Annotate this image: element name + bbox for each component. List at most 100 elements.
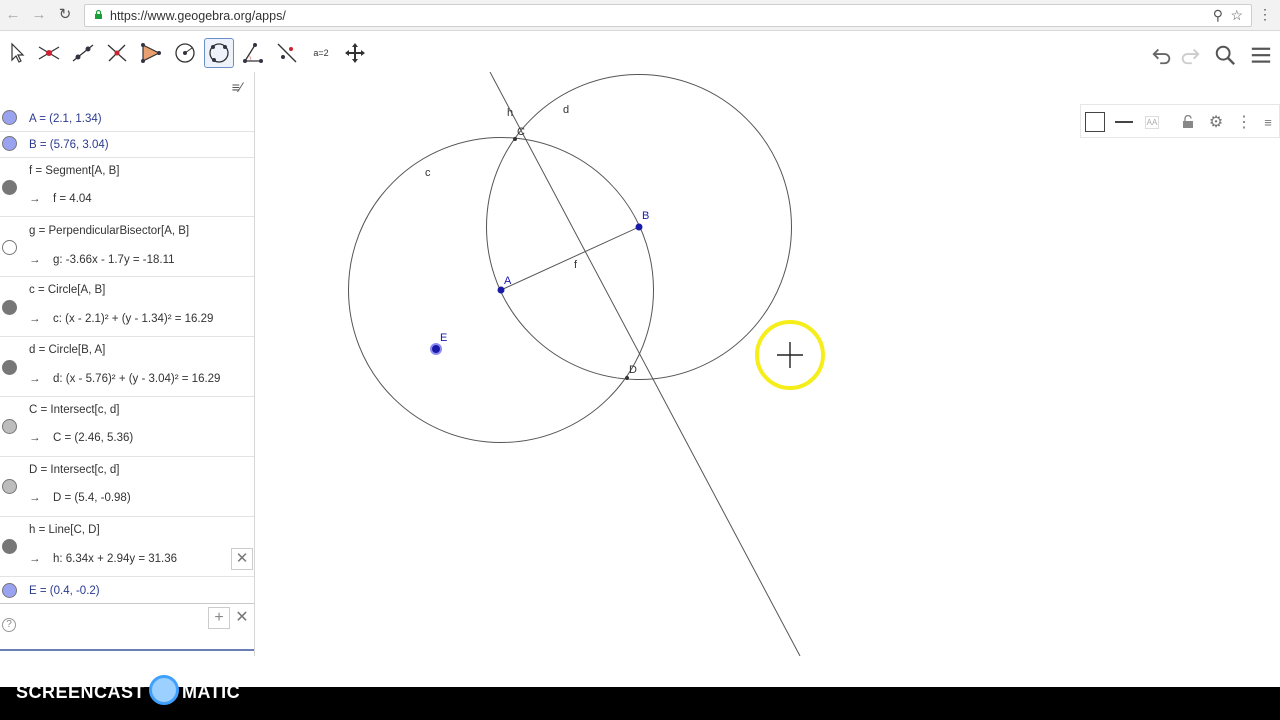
label-style-button[interactable]: AA — [1141, 111, 1163, 133]
algebra-value: → C = (2.46, 5.36) — [29, 432, 134, 444]
label-A: A — [504, 275, 512, 287]
visibility-toggle[interactable] — [2, 479, 17, 494]
screencast-logo-icon — [149, 675, 180, 705]
angle-icon — [243, 43, 263, 63]
text-size-icon: AA — [1144, 115, 1160, 129]
algebra-row-c[interactable]: c = Circle[A, B] → c: (x - 2.1)² + (y - 1… — [0, 277, 254, 337]
unlock-icon — [1183, 115, 1193, 128]
cursor-arrow-icon — [11, 42, 25, 63]
line-tool[interactable] — [68, 38, 98, 68]
color-button[interactable] — [1084, 111, 1106, 133]
sort-toggle-icon[interactable]: ≡∕ — [222, 75, 252, 99]
point-A[interactable] — [497, 286, 505, 294]
visibility-toggle[interactable] — [2, 419, 17, 434]
close-icon[interactable]: ✕ — [233, 607, 251, 629]
visibility-toggle[interactable] — [2, 110, 17, 125]
reload-icon[interactable]: ↻ — [56, 6, 74, 24]
circle-center-icon — [175, 43, 195, 63]
algebra-definition: d = Circle[B, A] — [29, 344, 106, 356]
label-D: D — [629, 364, 637, 376]
graphics-view[interactable]: h d C c B A f E D — [256, 72, 1280, 656]
back-arrow-icon[interactable]: ← — [4, 6, 22, 24]
view-menu-button[interactable]: ≡ — [1257, 111, 1279, 133]
algebra-definition: f = Segment[A, B] — [29, 165, 120, 177]
lock-icon — [95, 10, 102, 19]
style-bar: AA ⚙ ⋮ ≡ — [1080, 104, 1280, 138]
slider-label: a=2 — [313, 48, 329, 58]
delete-row-button[interactable]: ✕ — [231, 548, 253, 570]
visibility-toggle[interactable] — [2, 539, 17, 554]
perpendicular-line-tool[interactable] — [102, 38, 132, 68]
address-bar[interactable]: https://www.geogebra.org/apps/ ⚲ ☆ — [84, 4, 1252, 27]
algebra-view: ≡∕ A = (2.1, 1.34) B = (5.76, 3.04) f = … — [0, 72, 255, 656]
lock-button[interactable] — [1177, 111, 1199, 133]
segment-f[interactable] — [500, 226, 640, 291]
algebra-definition: A = (2.1, 1.34) — [29, 113, 102, 125]
line-h[interactable] — [489, 72, 801, 656]
line-style-icon — [1115, 121, 1133, 123]
algebra-row-g[interactable]: g = PerpendicularBisector[A, B] → g: -3.6… — [0, 217, 254, 277]
algebra-row-d[interactable]: d = Circle[B, A] → d: (x - 5.76)² + (y - … — [0, 337, 254, 397]
point-E[interactable] — [430, 343, 442, 355]
visibility-toggle[interactable] — [2, 240, 17, 255]
algebra-row-D[interactable]: D = Intersect[c, d] → D = (5.4, -0.98) — [0, 457, 254, 517]
watermark-logo-text: SCREENCAST MATIC — [16, 675, 240, 705]
algebra-definition: h = Line[C, D] — [29, 524, 100, 536]
redo-icon[interactable] — [1178, 43, 1202, 67]
move-graphics-view-tool[interactable] — [340, 38, 370, 68]
algebra-row-h[interactable]: h = Line[C, D] → h: 6.34x + 2.94y = 31.36 — [0, 517, 254, 577]
plus-icon[interactable]: + — [208, 607, 230, 629]
visibility-toggle[interactable] — [2, 300, 17, 315]
algebra-input[interactable]: ? + ✕ — [0, 604, 254, 651]
star-icon[interactable]: ☆ — [1230, 7, 1243, 24]
algebra-value: → g: -3.66x - 1.7y = -18.11 — [29, 254, 175, 266]
settings-button[interactable]: ⚙ — [1205, 111, 1227, 133]
gear-icon: ⚙ — [1208, 114, 1224, 131]
search-icon[interactable] — [1213, 43, 1237, 67]
undo-icon[interactable] — [1150, 43, 1174, 67]
algebra-definition: g = PerpendicularBisector[A, B] — [29, 225, 190, 237]
geogebra-toolbar: a=2 — [0, 31, 1280, 72]
perpendicular-icon — [107, 44, 127, 62]
move-tool[interactable] — [2, 38, 32, 68]
line-style-button[interactable] — [1113, 111, 1135, 133]
visibility-toggle[interactable] — [2, 583, 17, 598]
visibility-toggle[interactable] — [2, 136, 17, 151]
algebra-value: → c: (x - 2.1)² + (y - 1.34)² = 16.29 — [29, 313, 214, 325]
reflect-tool[interactable] — [272, 38, 302, 68]
more-options-button[interactable]: ⋮ — [1233, 111, 1255, 133]
visibility-toggle[interactable] — [2, 360, 17, 375]
algebra-row-B[interactable]: B = (5.76, 3.04) — [0, 132, 254, 158]
visibility-toggle[interactable] — [2, 180, 17, 195]
algebra-row-f[interactable]: f = Segment[A, B] → f = 4.04 — [0, 158, 254, 217]
slider-tool[interactable]: a=2 — [306, 38, 336, 68]
algebra-definition: B = (5.76, 3.04) — [29, 139, 109, 151]
circle-center-point-tool[interactable] — [170, 38, 200, 68]
algebra-row-E[interactable]: E = (0.4, -0.2) — [0, 577, 254, 604]
label-B: B — [642, 210, 649, 222]
browser-toolbar: ← → ↻ https://www.geogebra.org/apps/ ⚲ ☆… — [0, 0, 1280, 31]
label-d: d — [563, 104, 569, 116]
algebra-value: → h: 6.34x + 2.94y = 31.36 — [29, 553, 178, 565]
forward-arrow-icon[interactable]: → — [30, 6, 48, 24]
polygon-tool[interactable] — [136, 38, 166, 68]
zoom-icon[interactable]: ⚲ — [1213, 7, 1223, 24]
help-icon[interactable]: ? — [2, 618, 16, 632]
url-text: https://www.geogebra.org/apps/ — [110, 9, 286, 23]
browser-menu-icon[interactable]: ⋮ — [1258, 6, 1272, 23]
point-D[interactable] — [625, 376, 629, 380]
angle-tool[interactable] — [238, 38, 268, 68]
label-c: c — [425, 167, 431, 179]
algebra-definition: C = Intersect[c, d] — [29, 404, 120, 416]
point-B[interactable] — [635, 223, 643, 231]
line-icon — [72, 44, 94, 62]
algebra-row-C[interactable]: C = Intersect[c, d] → C = (2.46, 5.36) — [0, 397, 254, 457]
algebra-row-A[interactable]: A = (2.1, 1.34) — [0, 106, 254, 132]
watermark-small-text: RECORDED WITH — [16, 659, 111, 671]
intersect-tool[interactable] — [34, 38, 64, 68]
hamburger-menu-icon[interactable] — [1249, 43, 1273, 67]
circle-through-points-tool[interactable] — [204, 38, 234, 68]
move-cross-icon — [345, 43, 365, 63]
label-E: E — [440, 332, 447, 344]
reflect-icon — [277, 43, 297, 63]
